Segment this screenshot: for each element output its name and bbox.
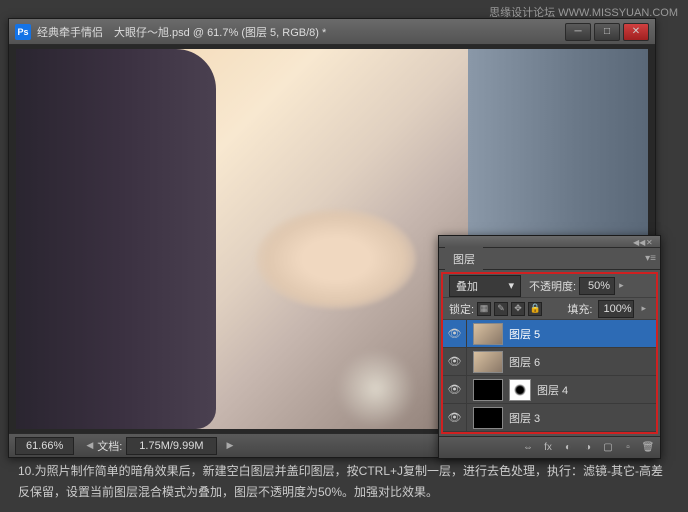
tab-layers[interactable]: 图层: [445, 247, 483, 271]
chevron-left-icon[interactable]: ◀: [86, 440, 93, 451]
layer-name: 图层 6: [509, 354, 540, 370]
maximize-button[interactable]: □: [594, 23, 620, 41]
link-icon[interactable]: ⇔: [520, 441, 536, 455]
fx-icon[interactable]: fx: [540, 441, 556, 455]
instruction-caption: 10.为照片制作简单的暗角效果后，新建空白图层并盖印图层，按CTRL+J复制一层…: [18, 461, 670, 502]
titlebar: Ps 经典牵手情侣 大眼仔～旭.psd @ 61.7% (图层 5, RGB/8…: [9, 19, 655, 45]
lock-all-icon[interactable]: 🔒: [528, 302, 542, 316]
layer-name: 图层 4: [537, 382, 568, 398]
fill-input[interactable]: 100%: [598, 300, 634, 318]
chevron-right-icon[interactable]: ▶: [227, 440, 234, 451]
layer-thumbnail[interactable]: [473, 407, 503, 429]
chevron-right-icon[interactable]: ▸: [641, 303, 646, 314]
visibility-icon[interactable]: 👁: [443, 376, 467, 404]
layer-thumbnail[interactable]: [473, 323, 503, 345]
layer-name: 图层 3: [509, 410, 540, 426]
layer-row[interactable]: 👁 图层 5: [443, 320, 656, 348]
visibility-icon[interactable]: 👁: [443, 320, 467, 348]
zoom-level[interactable]: 61.66%: [15, 437, 74, 455]
trash-icon[interactable]: 🗑: [640, 441, 656, 455]
layer-mask-thumbnail[interactable]: [509, 379, 531, 401]
blend-mode-select[interactable]: 叠加 ▾: [449, 275, 521, 297]
folder-icon[interactable]: ▢: [600, 441, 616, 455]
close-button[interactable]: ✕: [623, 23, 649, 41]
image-content: [336, 349, 416, 429]
minimize-button[interactable]: ─: [565, 23, 591, 41]
layer-name: 图层 5: [509, 326, 540, 342]
lock-label: 锁定:: [449, 301, 474, 317]
image-content: [256, 209, 416, 309]
blend-mode-row: 叠加 ▾ 不透明度: 50% ▸: [443, 274, 656, 298]
layer-thumbnail[interactable]: [473, 351, 503, 373]
lock-transparent-icon[interactable]: ▦: [477, 302, 491, 316]
layer-row[interactable]: 👁 图层 4: [443, 376, 656, 404]
window-controls: ─ □ ✕: [565, 23, 649, 41]
panel-menu-icon[interactable]: ▾≡: [645, 253, 656, 264]
new-layer-icon[interactable]: ▫: [620, 441, 636, 455]
opacity-label: 不透明度:: [529, 278, 576, 294]
opacity-input[interactable]: 50%: [579, 277, 615, 295]
fill-label: 填充:: [567, 301, 592, 317]
doc-label: 文档:: [97, 438, 122, 454]
chevron-down-icon: ▾: [508, 279, 514, 292]
layer-row[interactable]: 👁 图层 3: [443, 404, 656, 432]
highlight-box: 叠加 ▾ 不透明度: 50% ▸ 锁定: ▦ ✎ ✥ 🔒 填充: 100% ▸ …: [441, 272, 658, 434]
layers-list: 👁 图层 5 👁 图层 6 👁 图层 4 👁 图层 3: [443, 320, 656, 432]
document-title: 经典牵手情侣 大眼仔～旭.psd @ 61.7% (图层 5, RGB/8) *: [37, 24, 565, 40]
ps-logo-icon: Ps: [15, 24, 31, 40]
layers-panel: ◀◀ ✕ 图层 ▾≡ 叠加 ▾ 不透明度: 50% ▸ 锁定: ▦ ✎ ✥ 🔒 …: [438, 235, 661, 459]
visibility-icon[interactable]: 👁: [443, 348, 467, 376]
watermark-text: 思缘设计论坛 WWW.MISSYUAN.COM: [489, 4, 678, 20]
chevron-right-icon[interactable]: ▸: [619, 280, 624, 291]
lock-row: 锁定: ▦ ✎ ✥ 🔒 填充: 100% ▸: [443, 298, 656, 320]
lock-pixels-icon[interactable]: ✎: [494, 302, 508, 316]
panel-footer: ⇔ fx ◐ ◑ ▢ ▫ 🗑: [439, 436, 660, 458]
panel-tabs: 图层 ▾≡: [439, 248, 660, 270]
lock-position-icon[interactable]: ✥: [511, 302, 525, 316]
layer-thumbnail[interactable]: [473, 379, 503, 401]
image-content: [16, 49, 216, 429]
visibility-icon[interactable]: 👁: [443, 404, 467, 432]
layer-row[interactable]: 👁 图层 6: [443, 348, 656, 376]
blend-mode-value: 叠加: [456, 278, 478, 294]
doc-info: 1.75M/9.99M: [126, 437, 216, 455]
panel-close-icon[interactable]: ✕: [646, 238, 656, 246]
adjustment-icon[interactable]: ◑: [580, 441, 596, 455]
collapse-icon[interactable]: ◀◀: [633, 238, 643, 246]
mask-icon[interactable]: ◐: [560, 441, 576, 455]
